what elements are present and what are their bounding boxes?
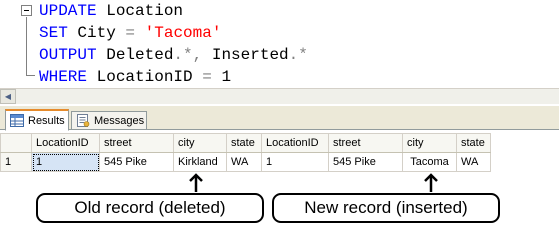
sql-text: Deleted	[96, 46, 174, 64]
sql-text: 1	[211, 68, 232, 86]
table-cell[interactable]: WA	[456, 152, 491, 172]
table-cell[interactable]: WA	[226, 152, 262, 172]
sql-keyword: WHERE	[39, 68, 88, 86]
code-line-3: OUTPUT Deleted.*, Inserted.*	[39, 44, 308, 66]
results-grid-icon	[10, 114, 24, 127]
row-header-corner	[0, 133, 32, 153]
collapse-minus-icon[interactable]	[21, 5, 32, 16]
column-header[interactable]: LocationID	[31, 133, 100, 153]
table-cell[interactable]: Kirkland	[173, 152, 227, 172]
column-header[interactable]: state	[226, 133, 262, 153]
table-cell[interactable]: 545 Pike	[328, 152, 403, 172]
sql-string: 'Tacoma'	[144, 24, 222, 42]
sql-operator: .*	[288, 46, 308, 64]
horizontal-scrollbar[interactable]: ◀	[0, 88, 559, 104]
sql-text: LocationID	[87, 68, 203, 86]
table-cell[interactable]: Tacoma	[402, 152, 457, 172]
column-header[interactable]: street	[99, 133, 174, 153]
tab-messages[interactable]: Messages	[71, 111, 147, 130]
tab-messages-label: Messages	[94, 114, 145, 127]
sql-operator: =	[125, 24, 136, 42]
new-record-label: New record (inserted)	[272, 193, 500, 223]
sql-operator: =	[202, 68, 212, 86]
sql-text: Inserted	[202, 46, 289, 64]
column-header[interactable]: state	[456, 133, 491, 153]
outline-guide	[26, 17, 27, 75]
outline-guide-end	[26, 75, 35, 76]
old-record-label: Old record (deleted)	[36, 193, 264, 223]
code-line-4: WHERE LocationID = 1	[39, 66, 231, 88]
results-grid-area: LocationID street city state LocationID …	[0, 131, 559, 241]
results-grid: LocationID street city state LocationID …	[0, 133, 491, 172]
column-header[interactable]: LocationID	[261, 133, 329, 153]
tab-results[interactable]: Results	[5, 109, 69, 131]
code-line-1: UPDATE Location	[39, 0, 183, 22]
sql-text: Location	[96, 2, 184, 20]
sql-keyword: OUTPUT	[39, 46, 97, 64]
sql-operator: .*,	[173, 46, 203, 64]
row-number[interactable]: 1	[0, 152, 32, 172]
up-arrow-icon	[189, 173, 203, 192]
column-header[interactable]: city	[173, 133, 227, 153]
results-tab-bar: Results Messages	[0, 106, 559, 131]
sql-editor[interactable]: UPDATE Location SET City = 'Tacoma' OUTP…	[0, 0, 559, 88]
sql-text: City	[67, 24, 126, 42]
column-header[interactable]: city	[402, 133, 457, 153]
column-header[interactable]: street	[328, 133, 403, 153]
table-cell[interactable]: 545 Pike	[99, 152, 174, 172]
table-row[interactable]: 1 1 545 Pike Kirkland WA 1 545 Pike Taco…	[0, 152, 491, 172]
sql-keyword: SET	[39, 24, 68, 42]
messages-icon	[77, 114, 90, 127]
table-cell[interactable]: 1	[261, 152, 329, 172]
up-arrow-icon	[424, 173, 438, 192]
code-line-2: SET City = 'Tacoma'	[39, 22, 221, 44]
scroll-left-arrow-icon[interactable]: ◀	[0, 89, 16, 104]
tab-results-label: Results	[28, 114, 65, 127]
sql-keyword: UPDATE	[39, 2, 97, 20]
table-cell[interactable]: 1	[31, 152, 100, 172]
